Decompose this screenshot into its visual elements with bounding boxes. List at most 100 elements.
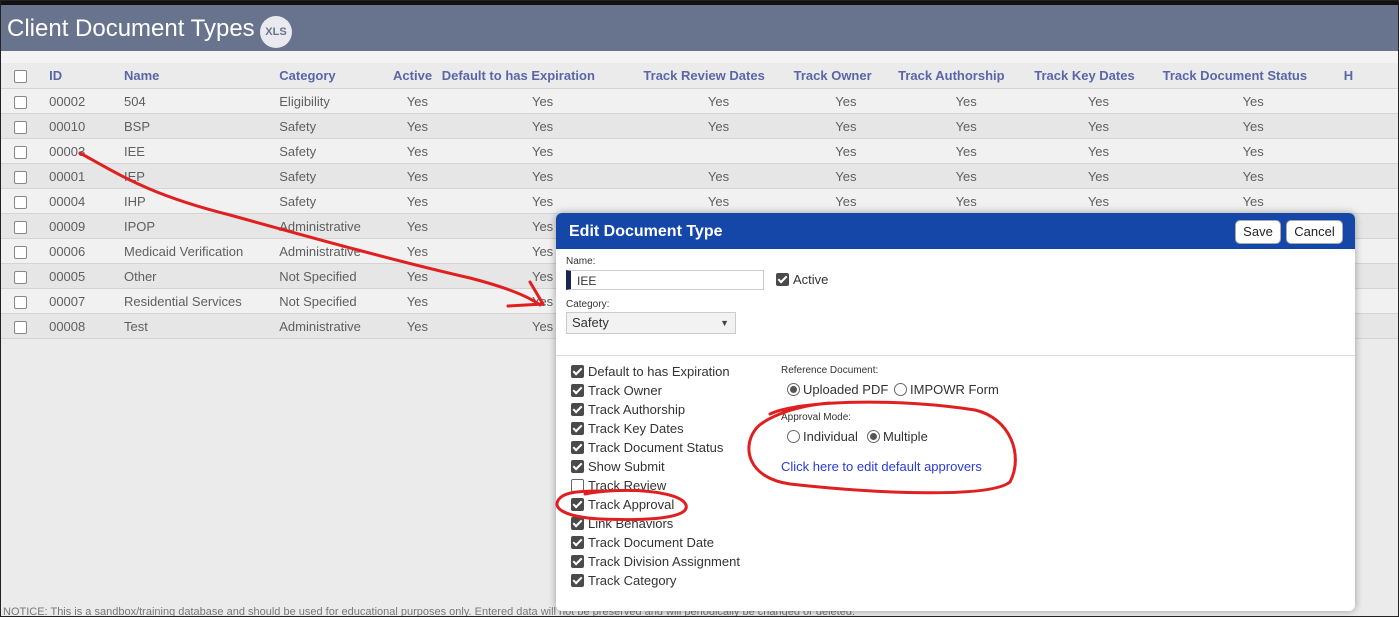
table-cell: Yes	[1034, 188, 1163, 214]
option-label: Track Document Date	[588, 535, 714, 550]
page-title: Client Document Types	[7, 15, 255, 42]
column-header[interactable]: Track Authorship	[898, 63, 1035, 89]
column-header[interactable]: Track Review Dates	[643, 63, 794, 89]
option-checkbox[interactable]: Track Document Date	[571, 535, 714, 550]
select-all-checkbox[interactable]	[1, 63, 50, 89]
table-cell: 00001	[49, 163, 124, 189]
option-label: Show Submit	[588, 459, 665, 474]
row-checkbox[interactable]	[1, 213, 50, 239]
table-row[interactable]: 00001 IEP Safety Yes Yes Yes Yes Yes Yes Yes	[1, 163, 1398, 189]
row-checkbox[interactable]	[1, 238, 50, 264]
checkbox-checked-icon	[571, 536, 584, 549]
column-header[interactable]: H	[1343, 63, 1398, 89]
radio-selected-icon	[867, 430, 880, 443]
row-checkbox[interactable]	[1, 313, 50, 339]
option-label: Track Review	[588, 478, 667, 493]
checkbox-checked-icon	[571, 574, 584, 587]
column-header[interactable]: Name	[124, 63, 280, 89]
table-cell: Yes	[793, 138, 899, 164]
table-cell: Yes	[1162, 188, 1344, 214]
table-cell: IPOP	[124, 213, 280, 239]
table-cell	[1343, 188, 1398, 214]
table-cell: Not Specified	[279, 288, 394, 314]
dialog-title: Edit Document Type	[569, 223, 723, 240]
option-checkbox[interactable]: Default to has Expiration	[571, 364, 730, 379]
header-strip	[1, 51, 1398, 63]
table-cell: Yes	[898, 138, 1035, 164]
table-cell: 00009	[49, 213, 124, 239]
table-cell: Yes	[1162, 113, 1344, 139]
table-cell: Yes	[393, 88, 442, 114]
table-cell: Yes	[793, 113, 899, 139]
row-checkbox[interactable]	[1, 138, 50, 164]
table-cell: Yes	[643, 188, 794, 214]
cancel-button[interactable]: Cancel	[1286, 220, 1343, 244]
table-cell: Safety	[279, 138, 394, 164]
reference-impowr-form-radio[interactable]: IMPOWR Form	[894, 382, 999, 397]
edit-default-approvers-link[interactable]: Click here to edit default approvers	[781, 459, 982, 474]
row-checkbox[interactable]	[1, 188, 50, 214]
table-cell: Yes	[393, 138, 442, 164]
category-select[interactable]: Safety ▼	[566, 312, 736, 334]
table-cell: Administrative	[279, 213, 394, 239]
column-header[interactable]: Track Key Dates	[1034, 63, 1163, 89]
column-header[interactable]: ID	[49, 63, 124, 89]
option-checkbox[interactable]: Track Key Dates	[571, 421, 684, 436]
approval-individual-radio[interactable]: Individual	[787, 429, 858, 444]
table-cell: Yes	[1162, 88, 1344, 114]
row-checkbox[interactable]	[1, 163, 50, 189]
option-label: Default to has Expiration	[588, 364, 730, 379]
option-checkbox[interactable]: Track Owner	[571, 383, 662, 398]
active-checkbox[interactable]: Active	[776, 272, 828, 287]
table-cell: Safety	[279, 163, 394, 189]
radio-label: Multiple	[883, 429, 928, 444]
option-checkbox[interactable]: Track Approval	[571, 497, 674, 512]
table-cell: Test	[124, 313, 280, 339]
table-cell: Yes	[441, 163, 644, 189]
table-cell	[1343, 163, 1398, 189]
table-row[interactable]: 00010 BSP Safety Yes Yes Yes Yes Yes Yes Yes	[1, 113, 1398, 139]
table-row[interactable]: 00003 IEE Safety Yes Yes Yes Yes Yes Yes	[1, 138, 1398, 164]
row-checkbox[interactable]	[1, 263, 50, 289]
option-checkbox[interactable]: Track Document Status	[571, 440, 723, 455]
column-header[interactable]: Category	[279, 63, 394, 89]
table-cell: Yes	[643, 113, 794, 139]
save-button[interactable]: Save	[1235, 220, 1281, 244]
row-checkbox[interactable]	[1, 88, 50, 114]
option-label: Track Owner	[588, 383, 662, 398]
table-cell: Yes	[898, 88, 1035, 114]
checkbox-checked-icon	[571, 365, 584, 378]
table-cell: BSP	[124, 113, 280, 139]
checkbox-checked-icon	[571, 555, 584, 568]
option-checkbox[interactable]: Show Submit	[571, 459, 665, 474]
column-header[interactable]: Active	[393, 63, 442, 89]
table-cell	[1343, 138, 1398, 164]
xls-export-button[interactable]: XLS	[260, 16, 292, 48]
radio-label: Uploaded PDF	[803, 382, 889, 397]
table-cell: 00008	[49, 313, 124, 339]
option-label: Track Category	[588, 573, 677, 588]
table-row[interactable]: 00004 IHP Safety Yes Yes Yes Yes Yes Yes Yes	[1, 188, 1398, 214]
option-checkbox[interactable]: Link Behaviors	[571, 516, 673, 531]
reference-uploaded-pdf-radio[interactable]: Uploaded PDF	[787, 382, 894, 397]
approval-multiple-radio[interactable]: Multiple	[867, 429, 928, 444]
table-cell: Medicaid Verification	[124, 238, 280, 264]
option-checkbox[interactable]: Track Review	[571, 478, 666, 493]
option-checkbox[interactable]: Track Authorship	[571, 402, 685, 417]
column-header[interactable]: Track Document Status	[1162, 63, 1344, 89]
checkbox-checked-icon	[776, 273, 789, 286]
name-input[interactable]: IEE	[566, 270, 764, 290]
option-checkbox[interactable]: Track Category	[571, 573, 676, 588]
radio-selected-icon	[787, 383, 800, 396]
table-row[interactable]: 00002 504 Eligibility Yes Yes Yes Yes Yes Yes Yes	[1, 88, 1398, 114]
option-checkbox[interactable]: Track Division Assignment	[571, 554, 740, 569]
table-cell: Safety	[279, 113, 394, 139]
table-cell: Yes	[793, 88, 899, 114]
table-cell: Yes	[393, 238, 442, 264]
table-cell: Yes	[643, 163, 794, 189]
row-checkbox[interactable]	[1, 113, 50, 139]
column-header[interactable]: Default to has Expiration	[441, 63, 644, 89]
row-checkbox[interactable]	[1, 288, 50, 314]
column-header[interactable]: Track Owner	[793, 63, 899, 89]
category-value: Safety	[572, 315, 609, 330]
